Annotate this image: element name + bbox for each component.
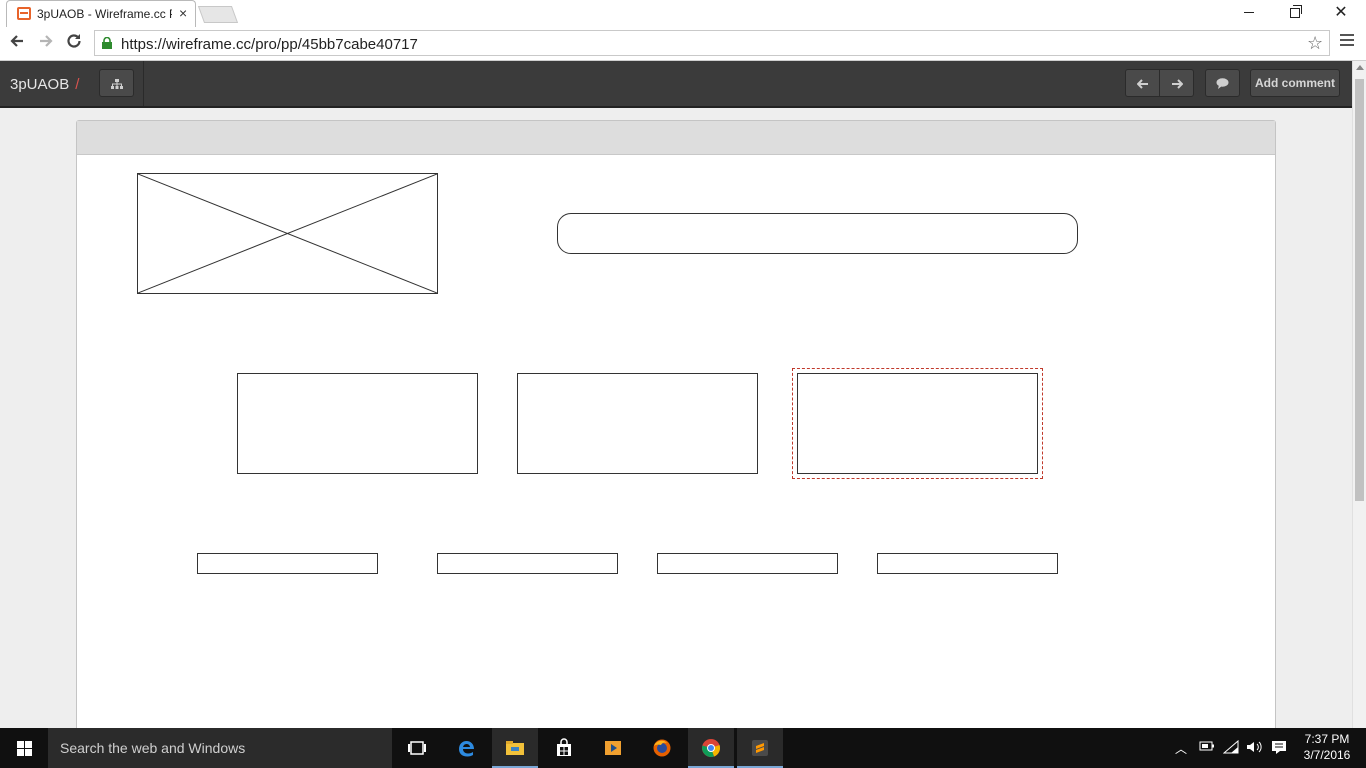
tab-close-icon[interactable]: × bbox=[179, 5, 187, 21]
sublime-text-icon[interactable] bbox=[737, 728, 783, 768]
reload-icon[interactable] bbox=[63, 32, 85, 54]
content-box-selected[interactable] bbox=[797, 373, 1038, 474]
edge-browser-icon[interactable] bbox=[443, 728, 489, 768]
store-icon[interactable] bbox=[541, 728, 587, 768]
action-center-icon[interactable] bbox=[1271, 740, 1287, 758]
scroll-up-arrow-icon[interactable] bbox=[1356, 65, 1364, 70]
add-comment-button[interactable]: Add comment bbox=[1250, 69, 1340, 97]
browser-tab[interactable]: 3pUAOB - Wireframe.cc P × bbox=[6, 0, 196, 27]
new-tab-button[interactable] bbox=[197, 6, 239, 23]
taskbar-clock[interactable]: 7:37 PM 3/7/2016 bbox=[1298, 731, 1356, 763]
file-explorer-icon[interactable] bbox=[492, 728, 538, 768]
app-header: 3pUAOB / Add comment bbox=[0, 61, 1352, 108]
lock-icon bbox=[102, 37, 112, 49]
windows-start-icon[interactable] bbox=[0, 728, 48, 768]
bar-placeholder[interactable] bbox=[197, 553, 378, 574]
bookmark-star-icon[interactable]: ☆ bbox=[1307, 33, 1323, 54]
previous-page-button[interactable] bbox=[1125, 69, 1160, 97]
content-box[interactable] bbox=[517, 373, 758, 474]
close-window-button[interactable]: ✕ bbox=[1326, 4, 1356, 24]
browser-tab-strip: 3pUAOB - Wireframe.cc P × ✕ bbox=[0, 0, 1366, 28]
image-placeholder[interactable] bbox=[137, 173, 438, 294]
clock-date: 3/7/2016 bbox=[1303, 748, 1351, 762]
clock-time: 7:37 PM bbox=[1304, 732, 1350, 746]
sitemap-icon bbox=[110, 78, 123, 89]
show-hidden-icons-chevron-icon[interactable]: ︿ bbox=[1175, 740, 1187, 757]
restore-icon bbox=[1290, 4, 1302, 18]
restore-button[interactable] bbox=[1280, 4, 1310, 24]
canvas-title-bar bbox=[77, 121, 1275, 155]
minimize-icon bbox=[1244, 12, 1254, 14]
forward-arrow-icon[interactable] bbox=[35, 32, 57, 54]
next-page-button[interactable] bbox=[1159, 69, 1194, 97]
wifi-icon[interactable] bbox=[1222, 739, 1239, 757]
bar-placeholder[interactable] bbox=[437, 553, 618, 574]
tab-title: 3pUAOB - Wireframe.cc P bbox=[37, 7, 172, 21]
browser-toolbar: https://wireframe.cc/pro/pp/45bb7cabe407… bbox=[0, 28, 1366, 61]
task-view-icon[interactable] bbox=[394, 728, 440, 768]
taskbar-search-box[interactable]: Search the web and Windows bbox=[48, 728, 392, 768]
back-arrow-icon[interactable] bbox=[6, 32, 28, 54]
speech-bubble-icon bbox=[1216, 78, 1229, 90]
arrow-left-icon bbox=[1136, 78, 1148, 89]
comments-toggle-button[interactable] bbox=[1205, 69, 1240, 97]
rounded-input-placeholder[interactable] bbox=[557, 213, 1078, 254]
header-divider bbox=[143, 61, 144, 106]
wireframe-favicon-icon bbox=[17, 7, 31, 20]
arrow-right-icon bbox=[1171, 78, 1183, 89]
media-player-icon[interactable] bbox=[590, 728, 636, 768]
project-name[interactable]: 3pUAOB bbox=[10, 76, 69, 93]
sitemap-button[interactable] bbox=[99, 69, 134, 97]
image-cross-icon bbox=[138, 174, 437, 293]
bar-placeholder[interactable] bbox=[877, 553, 1058, 574]
content-box[interactable] bbox=[237, 373, 478, 474]
battery-icon[interactable] bbox=[1199, 740, 1215, 755]
firefox-icon[interactable] bbox=[639, 728, 685, 768]
project-breadcrumb[interactable]: 3pUAOB / bbox=[10, 76, 79, 93]
bar-placeholder[interactable] bbox=[657, 553, 838, 574]
chrome-icon[interactable] bbox=[688, 728, 734, 768]
breadcrumb-separator: / bbox=[75, 76, 80, 93]
address-bar[interactable]: https://wireframe.cc/pro/pp/45bb7cabe407… bbox=[94, 30, 1330, 56]
taskbar-search-placeholder: Search the web and Windows bbox=[60, 740, 246, 756]
windows-taskbar: Search the web and Windows ︿ 7:37 PM 3/7… bbox=[0, 728, 1366, 768]
minimize-button[interactable] bbox=[1234, 4, 1264, 24]
url-text[interactable]: https://wireframe.cc/pro/pp/45bb7cabe407… bbox=[121, 36, 418, 53]
browser-menu-icon[interactable] bbox=[1340, 34, 1354, 49]
volume-icon[interactable] bbox=[1246, 740, 1264, 757]
wireframe-canvas[interactable] bbox=[76, 120, 1276, 740]
scrollbar-thumb[interactable] bbox=[1355, 79, 1364, 501]
page-scrollbar[interactable] bbox=[1352, 61, 1366, 728]
